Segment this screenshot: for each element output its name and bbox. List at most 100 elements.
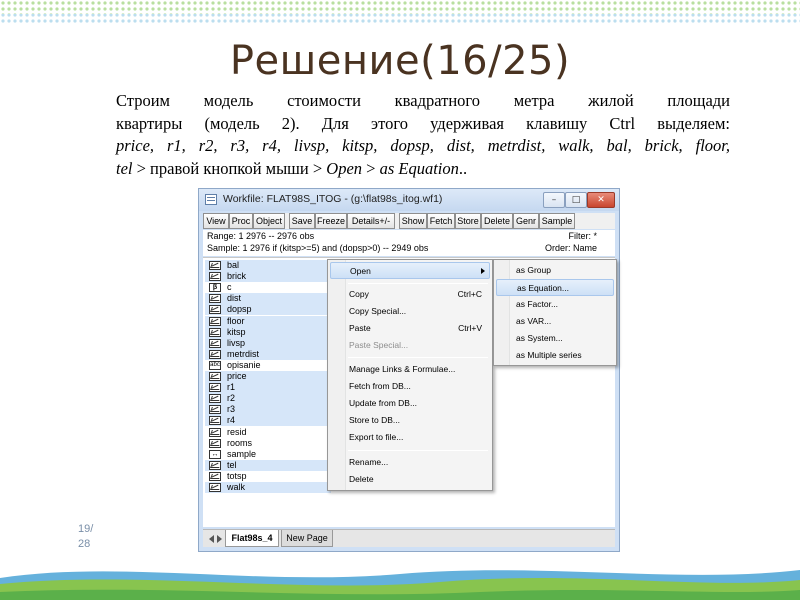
object-name: dist <box>227 293 242 304</box>
fetch-button[interactable]: Fetch <box>427 213 455 229</box>
object-name: floor <box>227 315 245 326</box>
menu-item-update-db[interactable]: Update from DB... <box>330 395 490 412</box>
series-icon <box>209 471 221 481</box>
object-item-dist[interactable]: dist <box>205 293 331 305</box>
submenu-item-label: as VAR... <box>516 316 552 326</box>
object-name: kitsp <box>227 326 246 337</box>
series-icon <box>209 394 221 404</box>
paragraph-line-2: квартиры (модель 2). Для этого удерживая… <box>116 113 730 133</box>
maximize-button[interactable]: □ <box>565 192 587 208</box>
object-item-r3[interactable]: r3 <box>205 404 331 416</box>
object-item-tel[interactable]: tel <box>205 459 331 471</box>
object-item-walk[interactable]: walk <box>205 482 331 493</box>
menu-item-shortcut: Ctrl+C <box>457 289 482 299</box>
sample-button[interactable]: Sample <box>539 213 575 229</box>
paragraph-line-4: tel > правой кнопкой мыши > Open > as Eq… <box>116 158 730 181</box>
object-name: r4 <box>227 415 236 426</box>
paragraph-line-1: Строим модель стоимости квадратного метр… <box>116 91 730 110</box>
view-button[interactable]: View <box>203 213 229 229</box>
menu-item-label: Paste Special... <box>349 340 409 350</box>
object-name: c <box>227 282 232 293</box>
object-name: price <box>227 371 247 381</box>
menu-item-rename[interactable]: Rename... <box>330 454 490 471</box>
freeze-button[interactable]: Freeze <box>315 213 347 229</box>
series-icon <box>209 438 221 448</box>
object-name: tel <box>227 459 237 470</box>
open-submenu: as Group as Equation... as Factor... as … <box>493 259 617 366</box>
menu-item-label: Open <box>350 266 371 276</box>
object-name: totsp <box>227 470 247 481</box>
workfile-info: Range: 1 2976 -- 2976 obs Filter: * Samp… <box>203 230 615 256</box>
series-icon <box>209 338 221 348</box>
menu-item-manage-links[interactable]: Manage Links & Formulae... <box>330 361 490 378</box>
object-item-bal[interactable]: bal <box>205 260 331 271</box>
context-menu: Open Copy Ctrl+C Copy Special... Paste Ctr… <box>327 259 493 491</box>
as-equation-word: as Equation <box>379 158 459 178</box>
menu-item-label: Fetch from DB... <box>349 381 411 391</box>
variable-list: price, r1, r2, r3, r4, livsp, kitsp, dop… <box>116 136 730 155</box>
details-button[interactable]: Details+/- <box>347 213 395 229</box>
menu-item-paste[interactable]: Paste Ctrl+V <box>330 320 490 337</box>
submenu-item-label: as Equation... <box>517 283 569 293</box>
series-icon <box>209 261 221 270</box>
menu-item-copy-special[interactable]: Copy Special... <box>330 303 490 320</box>
submenu-item-as-system[interactable]: as System... <box>496 330 614 347</box>
object-item-dopsp[interactable]: dopsp <box>205 304 331 316</box>
object-name: rooms <box>227 437 253 448</box>
series-icon <box>209 483 221 492</box>
submenu-item-as-var[interactable]: as VAR... <box>496 313 614 330</box>
menu-item-label: Copy Special... <box>349 306 407 316</box>
show-button[interactable]: Show <box>399 213 427 229</box>
range-label[interactable]: Range: 1 2976 -- 2976 obs <box>207 231 314 241</box>
menu-item-delete[interactable]: Delete <box>330 471 490 488</box>
menu-item-store-db[interactable]: Store to DB... <box>330 412 490 429</box>
series-icon <box>209 416 221 426</box>
series-icon <box>209 405 221 415</box>
object-name: brick <box>227 271 247 282</box>
store-button[interactable]: Store <box>455 213 481 229</box>
series-icon <box>209 305 221 315</box>
proc-button[interactable]: Proc <box>229 213 253 229</box>
open-word: Open <box>326 158 363 178</box>
slide-title: Решение(16/25) <box>229 38 571 84</box>
series-icon <box>209 460 221 470</box>
object-item-livsp[interactable]: livsp <box>205 337 331 349</box>
save-button[interactable]: Save <box>289 213 315 229</box>
menu-item-copy[interactable]: Copy Ctrl+C <box>330 286 490 303</box>
menu-item-export[interactable]: Export to file... <box>330 429 490 446</box>
instruction-paragraph: Строим модель стоимости квадратного метр… <box>116 90 730 180</box>
menu-item-open[interactable]: Open <box>330 262 490 279</box>
close-button[interactable]: ✕ <box>587 192 615 208</box>
object-item-r2[interactable]: r2 <box>205 393 331 405</box>
object-item-brick[interactable]: brick <box>205 271 331 283</box>
menu-separator <box>348 357 488 358</box>
minimize-button[interactable]: – <box>543 192 565 208</box>
object-item-metrdist[interactable]: metrdist <box>205 348 331 360</box>
object-item-r1[interactable]: r1 <box>205 382 331 394</box>
object-name: r3 <box>227 404 236 415</box>
submenu-item-as-equation[interactable]: as Equation... <box>496 279 614 296</box>
object-item-price[interactable]: price <box>205 371 331 382</box>
object-item-floor[interactable]: floor <box>205 315 331 327</box>
submenu-item-as-factor[interactable]: as Factor... <box>496 296 614 313</box>
submenu-item-as-group[interactable]: as Group <box>496 262 614 279</box>
delete-button[interactable]: Delete <box>481 213 513 229</box>
submenu-item-as-multiple-series[interactable]: as Multiple series <box>496 347 614 364</box>
window-titlebar[interactable]: Workfile: FLAT98S_ITOG - (g:\flat98s_ito… <box>199 189 619 211</box>
menu-separator <box>348 450 488 451</box>
object-item-kitsp[interactable]: kitsp <box>205 326 331 338</box>
object-item-r4[interactable]: r4 <box>205 415 331 427</box>
menu-item-label: Copy <box>349 289 369 299</box>
object-name: r2 <box>227 393 236 404</box>
object-name: metrdist <box>227 348 260 359</box>
series-icon <box>209 427 221 437</box>
sample-label[interactable]: Sample: 1 2976 if (kitsp>=5) and (dopsp>… <box>207 243 428 253</box>
menu-item-label: Store to DB... <box>349 415 401 425</box>
top-decoration <box>0 0 800 24</box>
menu-item-label: Delete <box>349 474 374 484</box>
menu-item-label: Manage Links & Formulae... <box>349 364 456 374</box>
genr-button[interactable]: Genr <box>513 213 539 229</box>
series-icon <box>209 383 221 393</box>
menu-item-fetch-db[interactable]: Fetch from DB... <box>330 378 490 395</box>
object-button[interactable]: Object <box>253 213 285 229</box>
